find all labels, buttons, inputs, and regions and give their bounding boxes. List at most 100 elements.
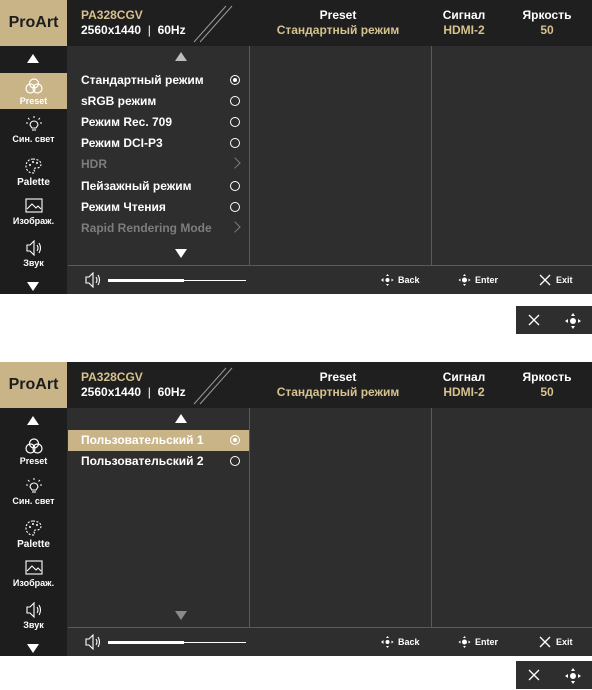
close-key-icon[interactable]	[526, 312, 542, 328]
hardware-keys-2	[516, 661, 592, 689]
sidebar-item-palette[interactable]: Palette	[0, 157, 67, 188]
joystick-left-icon	[381, 636, 394, 648]
signal-value: HDMI-2	[443, 385, 485, 399]
menu-item-standard[interactable]: Стандартный режим	[68, 70, 249, 91]
menu-item-rec709[interactable]: Режим Rec. 709	[68, 112, 249, 133]
resolution-value: 2560x1440	[81, 23, 142, 37]
osd-header: ProArt PA328CGV 2560x1440 | 60Hz Preset …	[0, 0, 592, 46]
sidebar-item-label: Изображ.	[12, 216, 55, 226]
osd-header: ProArt PA328CGV 2560x1440 | 60Hz Preset …	[0, 362, 592, 408]
model-info: PA328CGV 2560x1440 | 60Hz	[81, 8, 186, 38]
scroll-up-arrow-icon[interactable]	[27, 54, 39, 63]
volume-icon	[85, 272, 101, 288]
sidebar-item-preset[interactable]: Preset	[0, 433, 67, 469]
preset-value: Стандартный режим	[276, 23, 400, 37]
menu-item-label: Стандартный режим	[81, 73, 204, 87]
radio-icon	[230, 456, 240, 466]
menu-item-dcip3[interactable]: Режим DCI-P3	[68, 133, 249, 154]
radio-icon	[230, 202, 240, 212]
header-brightness: Яркость 50	[502, 370, 592, 400]
image-icon	[24, 560, 43, 575]
menu-item-label: Режим Rec. 709	[81, 115, 173, 129]
signal-label: Сигнал	[442, 370, 486, 384]
header-preset: Preset Стандартный режим	[250, 8, 426, 38]
menu-column-3	[432, 46, 592, 265]
radio-checked-icon	[230, 435, 240, 445]
resolution-info: 2560x1440 | 60Hz	[81, 23, 186, 38]
refresh-value: 60Hz	[157, 385, 186, 399]
signal-label: Сигнал	[442, 8, 486, 22]
header-brightness: Яркость 50	[502, 8, 592, 38]
sidebar-item-label: Звук	[23, 258, 44, 268]
scroll-down-arrow-icon[interactable]	[27, 644, 39, 653]
radio-checked-icon	[230, 75, 240, 85]
blue-light-icon	[25, 116, 42, 131]
speaker-icon	[25, 240, 41, 256]
back-label: Back	[398, 637, 420, 647]
sidebar-item-sound[interactable]: Звук	[0, 240, 67, 268]
palette-icon	[24, 158, 42, 174]
header-divider-icon	[193, 367, 233, 405]
menu-item-label: Режим Чтения	[81, 200, 166, 214]
joystick-key-icon[interactable]	[564, 312, 582, 330]
resolution-info: 2560x1440 | 60Hz	[81, 385, 186, 400]
joystick-key-icon[interactable]	[564, 667, 582, 685]
back-label: Back	[398, 275, 420, 285]
menu-down-arrow-icon[interactable]	[175, 249, 187, 258]
menu-down-arrow-icon[interactable]	[175, 611, 187, 620]
volume-icon	[85, 634, 101, 650]
brightness-label: Яркость	[522, 8, 572, 22]
menu-item-reading[interactable]: Режим Чтения	[68, 197, 249, 218]
scroll-up-arrow-icon[interactable]	[27, 416, 39, 425]
model-name: PA328CGV	[81, 8, 143, 22]
brightness-label: Яркость	[522, 370, 572, 384]
sidebar-item-palette[interactable]: Palette	[0, 519, 67, 550]
sidebar-item-blue-light[interactable]: Син. свет	[0, 116, 67, 144]
enter-label: Enter	[475, 637, 499, 647]
osd-menu-2: ProArt PA328CGV 2560x1440 | 60Hz Preset …	[0, 362, 592, 656]
radio-icon	[230, 181, 240, 191]
menu-item-label: Rapid Rendering Mode	[81, 221, 212, 235]
close-icon	[539, 636, 551, 648]
preset-value: Стандартный режим	[276, 385, 400, 399]
sidebar-item-sound[interactable]: Звук	[0, 602, 67, 630]
sidebar-item-label: Palette	[17, 177, 50, 188]
menu-item-label: sRGB режим	[81, 94, 157, 108]
exit-label: Exit	[556, 637, 573, 647]
header-signal: Сигнал HDMI-2	[426, 8, 502, 38]
sidebar-item-image[interactable]: Изображ.	[0, 198, 67, 226]
menu-item-label: Пользовательский 2	[81, 454, 204, 468]
close-key-icon[interactable]	[526, 667, 542, 683]
sidebar: Preset Син. свет Palette Изображ. Звук	[0, 408, 67, 656]
menu-up-arrow-icon[interactable]	[175, 414, 187, 423]
sidebar-item-preset[interactable]: Preset	[0, 73, 67, 109]
sidebar-item-image[interactable]: Изображ.	[0, 560, 67, 588]
menu-item-label: Пейзажный режим	[81, 179, 192, 193]
menu-column-3	[432, 408, 592, 627]
menu-item-srgb[interactable]: sRGB режим	[68, 91, 249, 112]
radio-icon	[230, 138, 240, 148]
sidebar-item-label: Син. свет	[12, 496, 55, 506]
joystick-left-icon	[381, 274, 394, 286]
exit-label: Exit	[556, 275, 573, 285]
refresh-value: 60Hz	[157, 23, 186, 37]
menu-column-1: Пользовательский 1 Пользовательский 2	[68, 408, 250, 627]
scroll-down-arrow-icon[interactable]	[27, 282, 39, 291]
joystick-press-icon	[458, 274, 471, 286]
separator: |	[144, 23, 155, 37]
preset-label: Preset	[319, 370, 357, 384]
menu-up-arrow-icon[interactable]	[175, 52, 187, 61]
menu-item-user1[interactable]: Пользовательский 1	[68, 430, 249, 451]
sidebar-item-label: Звук	[23, 620, 44, 630]
chevron-right-icon	[229, 221, 241, 233]
preset-icon	[24, 438, 43, 454]
menu-item-label: Пользовательский 1	[81, 433, 204, 447]
close-icon	[539, 274, 551, 286]
sidebar-item-blue-light[interactable]: Син. свет	[0, 478, 67, 506]
menu-item-hdr: HDR	[68, 154, 249, 175]
preset-icon	[24, 78, 43, 94]
menu-item-scenery[interactable]: Пейзажный режим	[68, 176, 249, 197]
menu-item-user2[interactable]: Пользовательский 2	[68, 451, 249, 472]
brightness-value: 50	[540, 23, 554, 37]
image-icon	[24, 198, 43, 213]
